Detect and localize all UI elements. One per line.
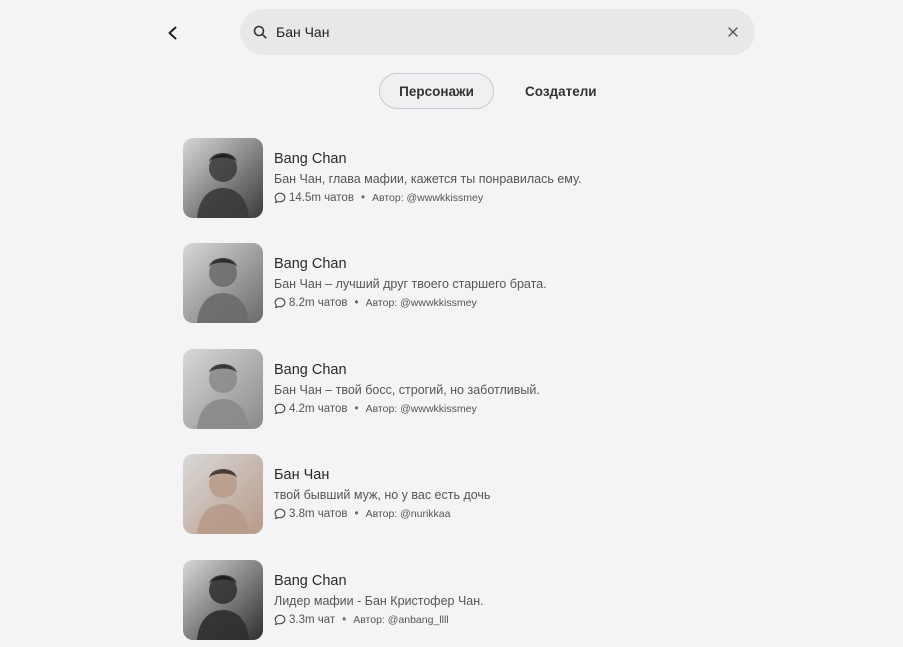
separator-dot: • (354, 508, 359, 520)
result-item[interactable]: Бан Чан твой бывший муж, но у вас есть д… (183, 454, 703, 534)
character-description: Бан Чан – лучший друг твоего старшего бр… (274, 277, 547, 291)
search-icon (252, 24, 268, 40)
author-link[interactable]: Автор: @wwwkkissmey (372, 191, 483, 205)
character-name: Bang Chan (274, 362, 347, 378)
search-tabs: Персонажи Создатели (379, 73, 618, 109)
result-meta: 4.2m чатов • Автор: @wwwkkissmey (274, 402, 540, 416)
chat-bubble-icon (274, 614, 286, 626)
chat-bubble-icon (274, 297, 286, 309)
tab-creators[interactable]: Создатели (504, 73, 618, 109)
author-link[interactable]: Автор: @nurikkaa (366, 507, 451, 521)
character-name: Bang Chan (274, 573, 347, 589)
character-description: Лидер мафии - Бан Кристофер Чан. (274, 594, 484, 608)
search-input[interactable] (276, 24, 725, 40)
chat-count: 3.3m чат (289, 614, 336, 626)
tab-characters[interactable]: Персонажи (379, 73, 494, 109)
result-item[interactable]: Bang Chan Лидер мафии - Бан Кристофер Ча… (183, 560, 703, 640)
separator-dot: • (342, 614, 347, 626)
chat-count: 14.5m чатов (289, 192, 354, 204)
result-item[interactable]: Bang Chan Бан Чан – лучший друг твоего с… (183, 243, 703, 323)
avatar (183, 560, 263, 640)
author-link[interactable]: Автор: @wwwkkissmey (366, 402, 477, 416)
chat-count: 4.2m чатов (289, 403, 348, 415)
avatar (183, 243, 263, 323)
author-link[interactable]: Автор: @anbang_llll (353, 613, 448, 627)
result-meta: 8.2m чатов • Автор: @wwwkkissmey (274, 296, 547, 310)
result-meta: 14.5m чатов • Автор: @wwwkkissmey (274, 191, 582, 205)
separator-dot: • (354, 297, 359, 309)
result-meta: 3.8m чатов • Автор: @nurikkaa (274, 507, 490, 521)
close-icon (728, 27, 738, 37)
avatar (183, 454, 263, 534)
separator-dot: • (360, 192, 365, 204)
search-page: Персонажи Создатели Bang Chan Бан Чан, г… (0, 0, 903, 647)
separator-dot: • (354, 403, 359, 415)
chat-count: 3.8m чатов (289, 508, 348, 520)
avatar (183, 349, 263, 429)
author-link[interactable]: Автор: @wwwkkissmey (366, 296, 477, 310)
chat-bubble-icon (274, 403, 286, 415)
character-description: Бан Чан – твой босс, строгий, но заботли… (274, 383, 540, 397)
result-meta: 3.3m чат • Автор: @anbang_llll (274, 613, 484, 627)
avatar (183, 138, 263, 218)
back-button[interactable] (160, 20, 186, 46)
clear-search-button[interactable] (725, 24, 741, 40)
character-description: Бан Чан, глава мафии, кажется ты понрави… (274, 172, 582, 186)
character-description: твой бывший муж, но у вас есть дочь (274, 488, 491, 502)
chat-bubble-icon (274, 508, 286, 520)
character-name: Bang Chan (274, 151, 347, 167)
result-item[interactable]: Bang Chan Бан Чан, глава мафии, кажется … (183, 138, 703, 218)
character-name: Bang Chan (274, 256, 347, 272)
character-name: Бан Чан (274, 467, 330, 483)
result-item[interactable]: Bang Chan Бан Чан – твой босс, строгий, … (183, 349, 703, 429)
search-bar[interactable] (240, 9, 755, 55)
chevron-left-icon (168, 26, 177, 40)
chat-count: 8.2m чатов (289, 297, 348, 309)
chat-bubble-icon (274, 192, 286, 204)
